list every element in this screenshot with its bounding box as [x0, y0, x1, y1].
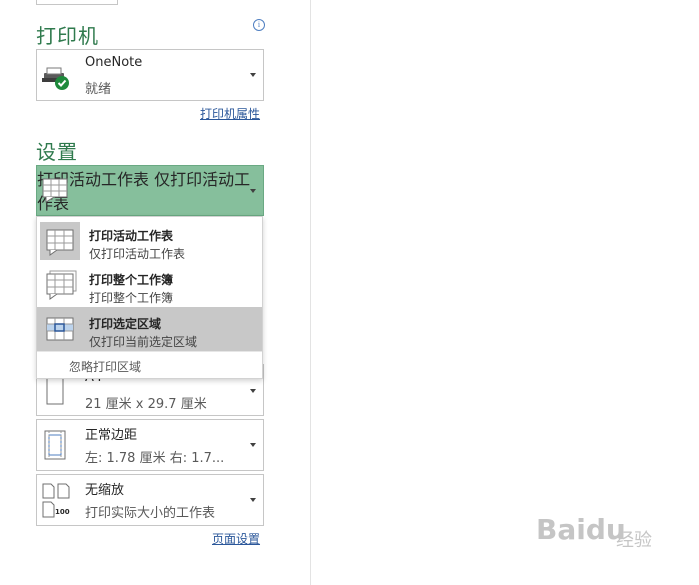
- selection-icon: [46, 317, 74, 341]
- printer-section-title: 打印机: [36, 24, 99, 48]
- previous-dropdown-edge: [36, 0, 118, 5]
- margins-sub: 左: 1.78 厘米 右: 1.7...: [85, 451, 225, 466]
- active-sheet-icon: [40, 222, 80, 260]
- workbook-icon: [46, 270, 77, 300]
- scaling-icon-label: 100: [55, 508, 70, 516]
- page-setup-link[interactable]: 页面设置: [212, 530, 260, 547]
- chevron-down-icon: [250, 443, 256, 447]
- menu-item-sub: 仅打印活动工作表: [89, 247, 186, 261]
- menu-item-whole-workbook[interactable]: 打印整个工作簿 打印整个工作簿: [37, 263, 262, 307]
- printer-icon: [42, 67, 69, 90]
- page-portrait-icon: [46, 377, 64, 405]
- menu-item-sub: 仅打印当前选定区域: [89, 335, 198, 349]
- chevron-down-icon: [250, 389, 256, 393]
- preview-divider: [310, 0, 311, 585]
- scaling-dropdown[interactable]: 100 无缩放 打印实际大小的工作表: [36, 474, 264, 526]
- print-scope-menu: 打印活动工作表 仅打印活动工作表 打印整个工作簿 打印整个工作簿 打印选定区域 …: [36, 216, 263, 379]
- menu-item-title: 打印整个工作簿: [89, 273, 174, 287]
- menu-item-title: 打印活动工作表: [89, 229, 174, 243]
- margins-icon: [44, 430, 66, 460]
- scaling-title: 无缩放: [85, 483, 125, 498]
- ignore-print-area-option[interactable]: 忽略打印区域: [69, 358, 141, 375]
- chevron-down-icon: [250, 73, 256, 77]
- chevron-down-icon: [250, 189, 256, 193]
- watermark-text: 经验: [616, 530, 652, 551]
- margins-dropdown[interactable]: 正常边距 左: 1.78 厘米 右: 1.7...: [36, 419, 264, 471]
- menu-separator: [37, 351, 262, 352]
- margins-title: 正常边距: [85, 428, 138, 443]
- sheet-grid-icon: [42, 178, 68, 203]
- scaling-sub: 打印实际大小的工作表: [85, 506, 216, 521]
- watermark-logo: Baidu: [536, 513, 626, 546]
- info-icon[interactable]: i: [253, 19, 265, 31]
- printer-properties-link[interactable]: 打印机属性: [200, 105, 260, 122]
- printer-status: 就绪: [85, 82, 112, 97]
- paper-size-sub: 21 厘米 x 29.7 厘米: [85, 397, 207, 412]
- menu-item-title: 打印选定区域: [89, 317, 162, 331]
- menu-item-active-sheet[interactable]: 打印活动工作表 仅打印活动工作表: [37, 219, 262, 263]
- printer-dropdown[interactable]: OneNote 就绪: [36, 49, 264, 101]
- printer-name: OneNote: [85, 55, 143, 70]
- print-scope-dropdown[interactable]: 打印活动工作表 仅打印活动工作表: [36, 165, 264, 216]
- settings-section-title: 设置: [36, 140, 78, 164]
- menu-item-sub: 打印整个工作簿: [89, 291, 174, 305]
- menu-item-selection[interactable]: 打印选定区域 仅打印当前选定区域: [37, 307, 262, 351]
- chevron-down-icon: [250, 498, 256, 502]
